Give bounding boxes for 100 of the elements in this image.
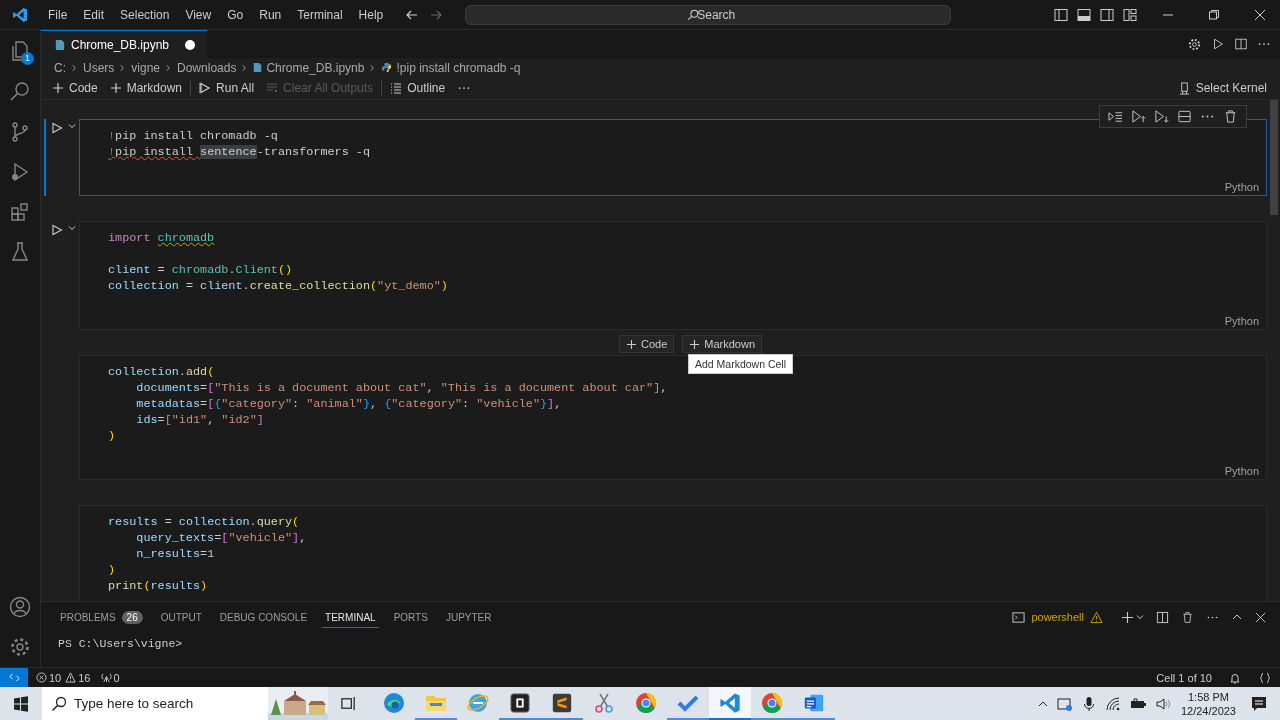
- sidebar-toggle-icon[interactable]: [1053, 6, 1069, 23]
- panel-tab[interactable]: TERMINAL: [322, 606, 379, 628]
- scrollbar[interactable]: [1270, 100, 1278, 215]
- count-badge: 26: [121, 611, 143, 624]
- code-cell[interactable]: import chromadb client = chromadb.Client() collection = client.create_collection("yt_demo") Python: [79, 221, 1267, 330]
- menu-item[interactable]: Selection: [112, 7, 178, 22]
- tile-app-icon: [509, 691, 531, 714]
- code-line: import chromadb: [108, 230, 216, 246]
- settings-icon[interactable]: [8, 635, 32, 659]
- notifications-icon[interactable]: [1250, 694, 1268, 713]
- panel-tab[interactable]: PORTS: [390, 606, 431, 628]
- add-cell-button[interactable]: Code: [618, 335, 675, 353]
- code-line: client = chromadb.Client(): [108, 262, 294, 278]
- toolbar-button[interactable]: Outline: [384, 79, 452, 97]
- notification-badge: 1: [21, 52, 34, 65]
- split-terminal-icon[interactable]: [1156, 610, 1169, 624]
- run-below-icon[interactable]: [1154, 109, 1169, 124]
- run-cell-icon[interactable]: [51, 122, 63, 134]
- code-line: print(results): [108, 578, 209, 594]
- run-by-line-icon[interactable]: [1108, 109, 1123, 124]
- menu-item[interactable]: Edit: [75, 7, 113, 22]
- warning-icon[interactable]: [65, 672, 77, 683]
- speaker-icon[interactable]: [1154, 695, 1171, 712]
- clock-date[interactable]: 12/24/2023: [1180, 703, 1236, 718]
- code-line: ): [108, 428, 117, 444]
- cell-language-label[interactable]: Python: [1224, 315, 1259, 327]
- split-cell-icon[interactable]: [1177, 109, 1192, 124]
- breadcrumb-item[interactable]: Users: [83, 60, 115, 75]
- breadcrumb-item[interactable]: !pip install chromadb -q: [396, 60, 521, 75]
- unsaved-dot[interactable]: [185, 39, 196, 50]
- cell-language-label[interactable]: Python: [1224, 181, 1259, 193]
- toolbar-button[interactable]: Markdown: [103, 79, 189, 97]
- code-line: query_texts=["vehicle"],: [135, 530, 308, 546]
- panel-tab[interactable]: DEBUG CONSOLE: [216, 606, 311, 628]
- taskbar-search-field[interactable]: Type here to search: [42, 687, 268, 720]
- bell-icon[interactable]: [1229, 671, 1241, 684]
- cell-language-label[interactable]: Python: [1224, 465, 1259, 477]
- warning-count[interactable]: 16: [78, 671, 91, 684]
- run-above-icon[interactable]: [1131, 109, 1146, 124]
- restore-icon[interactable]: [1208, 8, 1220, 21]
- error-icon[interactable]: [36, 672, 47, 683]
- antenna-icon[interactable]: [100, 672, 112, 683]
- code-cell[interactable]: !pip install chromadb -q !pip install sentence-transformers -q Python: [79, 119, 1267, 196]
- breadcrumb-item[interactable]: Chrome_DB.ipynb: [266, 60, 365, 75]
- close-icon[interactable]: [1254, 8, 1266, 21]
- terminal-icon[interactable]: [1012, 610, 1026, 624]
- code-cell[interactable]: results = collection.query( query_texts=["vehicle"], n_results=1 ) print(results): [79, 505, 1267, 601]
- code-line: collection = client.create_collection("yt_demo"): [108, 278, 449, 294]
- chevron-right-icon: [165, 63, 173, 72]
- chevron-down-icon[interactable]: [1136, 613, 1144, 621]
- run-icon[interactable]: [1211, 37, 1225, 51]
- settings-icon[interactable]: [1187, 36, 1202, 52]
- server-icon: [1177, 81, 1191, 95]
- start-icon[interactable]: [13, 695, 29, 712]
- split-editor-icon[interactable]: [1234, 37, 1248, 51]
- camera-icon[interactable]: [1056, 695, 1073, 712]
- close-icon[interactable]: [1255, 611, 1266, 623]
- terminal-name[interactable]: powershell: [1031, 611, 1084, 623]
- toolbar-button[interactable]: Run All: [193, 79, 261, 97]
- round-app-icon: [760, 690, 784, 715]
- breadcrumb-item[interactable]: Downloads: [177, 60, 237, 75]
- panel-tab[interactable]: JUPYTER: [442, 606, 495, 628]
- plus-icon: [625, 338, 637, 350]
- cell-position-status[interactable]: Cell 1 of 10: [1156, 671, 1212, 684]
- plus-icon[interactable]: [1121, 610, 1134, 624]
- stripes-app-icon: [551, 691, 573, 714]
- menu-item[interactable]: Go: [219, 7, 252, 22]
- select-kernel-button[interactable]: Select Kernel: [1177, 79, 1267, 97]
- editor-tab[interactable]: Chrome_DB.ipynb: [41, 30, 208, 58]
- clock-time[interactable]: 1:58 PM: [1188, 689, 1229, 704]
- task-view-icon[interactable]: [340, 695, 357, 712]
- plus-icon: [689, 338, 701, 350]
- panel-tab[interactable]: PROBLEMS 26: [57, 605, 146, 629]
- delete-icon[interactable]: [1223, 109, 1238, 124]
- chevron-down-icon[interactable]: [68, 122, 76, 130]
- wifi-icon[interactable]: [1104, 695, 1121, 712]
- breadcrumb-item[interactable]: vigne: [131, 60, 161, 75]
- toolbar-button[interactable]: Code: [46, 79, 104, 97]
- error-count[interactable]: 10: [49, 671, 62, 684]
- python-icon: [381, 62, 393, 73]
- chevron-right-icon: [71, 63, 78, 72]
- panel-toggle-icon[interactable]: [1076, 6, 1092, 23]
- menu-item[interactable]: File: [40, 7, 76, 22]
- clear-icon: [266, 82, 279, 94]
- menu-item[interactable]: Run: [251, 7, 290, 22]
- menu-item[interactable]: Help: [350, 7, 392, 22]
- chevron-down-icon[interactable]: [68, 224, 76, 232]
- layout-icon[interactable]: [1122, 6, 1138, 23]
- braces-icon[interactable]: [1259, 671, 1271, 684]
- ports-count[interactable]: 0: [113, 671, 120, 684]
- menu-item[interactable]: View: [177, 7, 220, 22]
- add-cell-button[interactable]: Markdown: [682, 335, 762, 353]
- account-icon[interactable]: [8, 595, 32, 619]
- panel-tab[interactable]: OUTPUT: [157, 606, 205, 628]
- delete-icon[interactable]: [1181, 610, 1194, 624]
- search-field[interactable]: Search: [465, 4, 952, 25]
- run-cell-icon[interactable]: [51, 224, 63, 236]
- menu-item[interactable]: Terminal: [289, 7, 351, 22]
- secondary-sidebar-icon[interactable]: [1099, 6, 1115, 23]
- breadcrumb-item[interactable]: C:: [54, 60, 66, 75]
